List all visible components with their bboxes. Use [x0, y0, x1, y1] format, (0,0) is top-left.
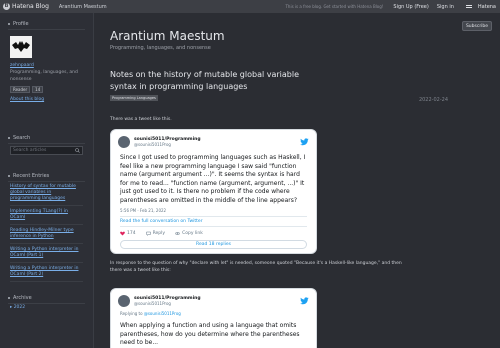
tweet-avatar[interactable]: [118, 136, 130, 148]
embedded-tweet[interactable]: sounisi5011/Programming @sounisi5011Prog…: [110, 288, 317, 348]
tweet-author: sounisi5011/Programming @sounisi5011Prog: [134, 296, 201, 306]
blog-title[interactable]: Arantium Maestum: [110, 29, 225, 43]
archive-heading-label: Archive: [13, 295, 32, 301]
recent-entry-link[interactable]: History of syntax for mutable global var…: [10, 184, 83, 206]
search-icon[interactable]: [75, 148, 80, 153]
tweet-text: When applying a function and using a lan…: [120, 322, 300, 346]
reader-count-badge[interactable]: 14: [32, 86, 44, 93]
hatena-logo-icon: B: [3, 3, 10, 10]
bat-avatar-icon: [12, 41, 30, 52]
copy-link-action[interactable]: Copy link: [175, 231, 203, 236]
profile-description: Programming, languages, and nonsense: [10, 70, 78, 82]
sidebar: Profile zehnpaard Programming, languages…: [0, 13, 94, 348]
blog-name-dropdown[interactable]: Arantium Maestum: [59, 4, 107, 10]
signup-link[interactable]: Sign Up (Free): [393, 4, 428, 10]
recent-entries-heading: Recent Entries: [0, 171, 93, 181]
tweet-text: Since I got used to programming language…: [120, 154, 306, 204]
bullet-icon: [8, 297, 10, 299]
replying-to-handle[interactable]: @sounisi5011Prog: [144, 311, 181, 316]
recent-heading-label: Recent Entries: [13, 173, 50, 179]
divider: [8, 143, 85, 144]
read-conversation-link[interactable]: Read the full conversation on Twitter: [120, 216, 307, 226]
tweet-timestamp[interactable]: 5:56 PM · Feb 21, 2022: [111, 205, 316, 216]
archive-heading: Archive: [0, 293, 93, 303]
twitter-bird-icon[interactable]: [300, 297, 309, 305]
reader-badges: Reader 14: [0, 83, 93, 96]
replying-to-label: Replying to: [120, 311, 143, 316]
category-tag[interactable]: Programming Languages: [110, 95, 158, 101]
archive-year-link[interactable]: ▸ 2022: [0, 304, 93, 311]
replying-to: Replying to @sounisi5011Prog: [111, 307, 316, 316]
reply-action[interactable]: Reply: [145, 231, 166, 236]
copy-link-label: Copy link: [182, 231, 203, 236]
reply-icon: [145, 231, 151, 236]
free-blog-notice[interactable]: This is a free blog. Get started with Ha…: [285, 4, 383, 9]
recent-entry-link[interactable]: Writing a Python interpreter in OCaml (P…: [10, 247, 83, 263]
menu-icon[interactable]: [462, 0, 476, 13]
profile-heading-label: Profile: [13, 21, 29, 27]
twitter-bird-icon[interactable]: [300, 138, 309, 146]
bullet-icon: [8, 137, 10, 139]
search-input[interactable]: Search articles: [10, 146, 83, 155]
brand-name: Hatena Blog: [12, 3, 49, 10]
search-heading-label: Search: [13, 135, 31, 141]
tweet-author: sounisi5011/Programming @sounisi5011Prog: [134, 137, 201, 147]
link-icon: [175, 232, 180, 235]
hatena-link[interactable]: Hatena: [478, 4, 496, 10]
tweet-author-handle[interactable]: @sounisi5011Prog: [134, 142, 201, 147]
avatar[interactable]: [10, 36, 32, 58]
about-blog-link[interactable]: About this blog: [0, 96, 93, 103]
recent-entry-link[interactable]: Implementing TLang(?) in OCaml: [10, 209, 83, 225]
main-content: Subscribe Arantium Maestum Programming, …: [94, 13, 500, 348]
reply-label: Reply: [152, 231, 166, 236]
profile-user-link[interactable]: zehnpaard: [0, 62, 93, 69]
post-title[interactable]: Notes on the history of mutable global v…: [110, 69, 300, 93]
global-header: B Hatena Blog Arantium Maestum This is a…: [0, 0, 500, 13]
recent-entry-link[interactable]: Writing a Python interpreter in OCaml (P…: [10, 266, 83, 282]
read-replies-button[interactable]: Read 18 replies: [120, 240, 307, 249]
tweet-actions: 174 Reply Copy link: [120, 226, 307, 236]
tweet-header: sounisi5011/Programming @sounisi5011Prog: [111, 130, 316, 148]
search-heading: Search: [0, 133, 93, 143]
post-date[interactable]: 2022-02-24: [419, 97, 448, 103]
followup-paragraph: In response to the question of why "decl…: [110, 261, 402, 273]
recent-entries-list: History of syntax for mutable global var…: [0, 182, 93, 287]
bullet-icon: [8, 23, 10, 25]
bullet-icon: [8, 175, 10, 177]
blog-description: Programming, languages, and nonsense: [110, 45, 211, 51]
like-action[interactable]: 174: [120, 231, 136, 236]
heart-icon: [120, 231, 125, 236]
hatena-blog-brand[interactable]: B Hatena Blog: [0, 3, 49, 10]
intro-paragraph: There was a tweet like this.: [110, 117, 172, 122]
login-link[interactable]: Sign in: [437, 4, 454, 10]
tweet-author-handle[interactable]: @sounisi5011Prog: [134, 301, 201, 306]
divider: [8, 29, 85, 30]
subscribe-button[interactable]: Subscribe: [462, 21, 492, 31]
like-count: 174: [127, 231, 136, 236]
tweet-avatar[interactable]: [118, 295, 130, 307]
search-placeholder: Search articles: [13, 148, 47, 153]
embedded-tweet[interactable]: sounisi5011/Programming @sounisi5011Prog…: [110, 129, 317, 254]
profile-heading: Profile: [0, 19, 93, 29]
tweet-header: sounisi5011/Programming @sounisi5011Prog: [111, 289, 316, 307]
reader-badge[interactable]: Reader: [10, 86, 31, 93]
recent-entry-link[interactable]: Reading Hindley-Milner type inference in…: [10, 228, 83, 244]
